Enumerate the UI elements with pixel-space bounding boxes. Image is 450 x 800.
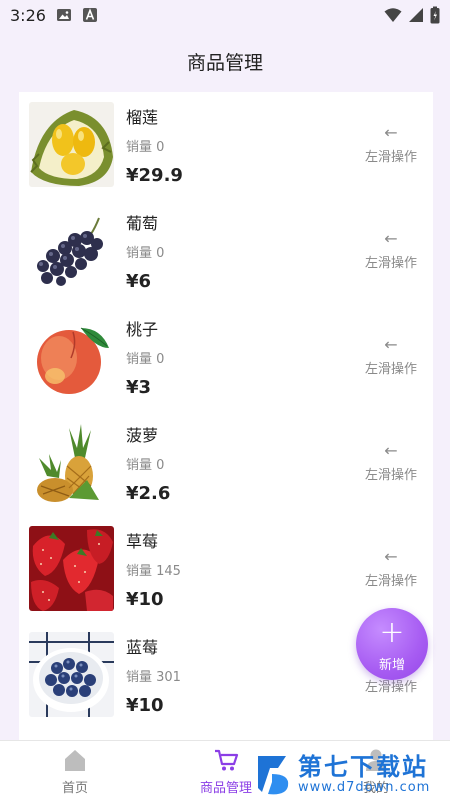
tab-home[interactable]: 首页 [25, 747, 125, 796]
product-price: ¥29.9 [126, 165, 183, 186]
product-sales: 销量 0 [126, 352, 165, 367]
add-product-label: 新增 [378, 658, 405, 673]
product-name: 榴莲 [126, 108, 159, 127]
product-image-grapes [29, 208, 114, 293]
plus-icon: + [379, 615, 405, 650]
swipe-hint: ← 左滑操作 [361, 123, 421, 166]
product-row[interactable]: 菠萝 销量 0 ¥2.6 ← 左滑操作 [19, 410, 433, 516]
left-arrow-icon: ← [384, 123, 398, 142]
product-image-peach [29, 314, 114, 399]
swipe-hint: ← 左滑操作 [361, 229, 421, 272]
swipe-hint-label: 左滑操作 [364, 150, 417, 165]
product-image-pineapple [29, 420, 114, 505]
product-image-strawberry [29, 526, 114, 611]
swipe-hint-label: 左滑操作 [364, 362, 417, 377]
site-watermark: 第七下载站 www.d7down.com [256, 748, 450, 800]
swipe-hint: ← 左滑操作 [361, 335, 421, 378]
product-image-blueberry [29, 632, 114, 717]
status-time: 3:26 [10, 5, 46, 25]
cart-icon [215, 749, 239, 771]
wifi-icon [384, 8, 402, 22]
swipe-hint: ← 左滑操作 [361, 441, 421, 484]
product-image-durian [29, 102, 114, 187]
swipe-hint-label: 左滑操作 [364, 680, 417, 695]
product-row[interactable]: 榴莲 销量 0 ¥29.9 ← 左滑操作 [19, 92, 433, 198]
product-name: 葡萄 [126, 214, 159, 233]
product-sales: 销量 0 [126, 246, 165, 261]
swipe-hint-label: 左滑操作 [364, 256, 417, 271]
product-price: ¥3 [126, 377, 152, 398]
left-arrow-icon: ← [384, 441, 398, 460]
product-price: ¥2.6 [126, 483, 171, 504]
product-name: 蓝莓 [126, 638, 159, 657]
home-icon [65, 750, 85, 771]
image-notification-icon [56, 9, 71, 21]
product-row[interactable]: 桃子 销量 0 ¥3 ← 左滑操作 [19, 304, 433, 410]
app-notification-icon [82, 8, 97, 22]
product-sales: 销量 0 [126, 140, 165, 155]
left-arrow-icon: ← [384, 229, 398, 248]
status-bar: 3:26 [0, 0, 450, 30]
product-price: ¥10 [126, 695, 164, 716]
swipe-hint-label: 左滑操作 [364, 468, 417, 483]
product-price: ¥6 [126, 271, 152, 292]
product-name: 桃子 [126, 320, 159, 339]
swipe-hint-label: 左滑操作 [364, 574, 417, 589]
page-title: 商品管理 [186, 51, 263, 74]
tab-home-label: 首页 [61, 781, 88, 796]
product-name: 草莓 [126, 532, 159, 551]
product-row[interactable]: 葡萄 销量 0 ¥6 ← 左滑操作 [19, 198, 433, 304]
add-product-button[interactable]: + 新增 [356, 608, 428, 680]
product-price: ¥10 [126, 589, 164, 610]
tab-product-management-label: 商品管理 [199, 781, 252, 796]
watermark-url: www.d7down.com [298, 779, 431, 795]
product-sales: 销量 0 [126, 458, 165, 473]
left-arrow-icon: ← [384, 547, 398, 566]
product-row[interactable]: 草莓 销量 145 ¥10 ← 左滑操作 [19, 516, 433, 622]
product-name: 菠萝 [126, 426, 159, 445]
left-arrow-icon: ← [384, 335, 398, 354]
product-sales: 销量 301 [126, 670, 181, 685]
battery-icon [430, 6, 440, 24]
page-header: 商品管理 [0, 30, 450, 92]
product-sales: 销量 145 [126, 564, 181, 579]
watermark-title: 第七下载站 [298, 752, 428, 781]
swipe-hint: ← 左滑操作 [361, 547, 421, 590]
signal-icon [409, 8, 423, 22]
d7down-logo-icon [258, 756, 289, 795]
